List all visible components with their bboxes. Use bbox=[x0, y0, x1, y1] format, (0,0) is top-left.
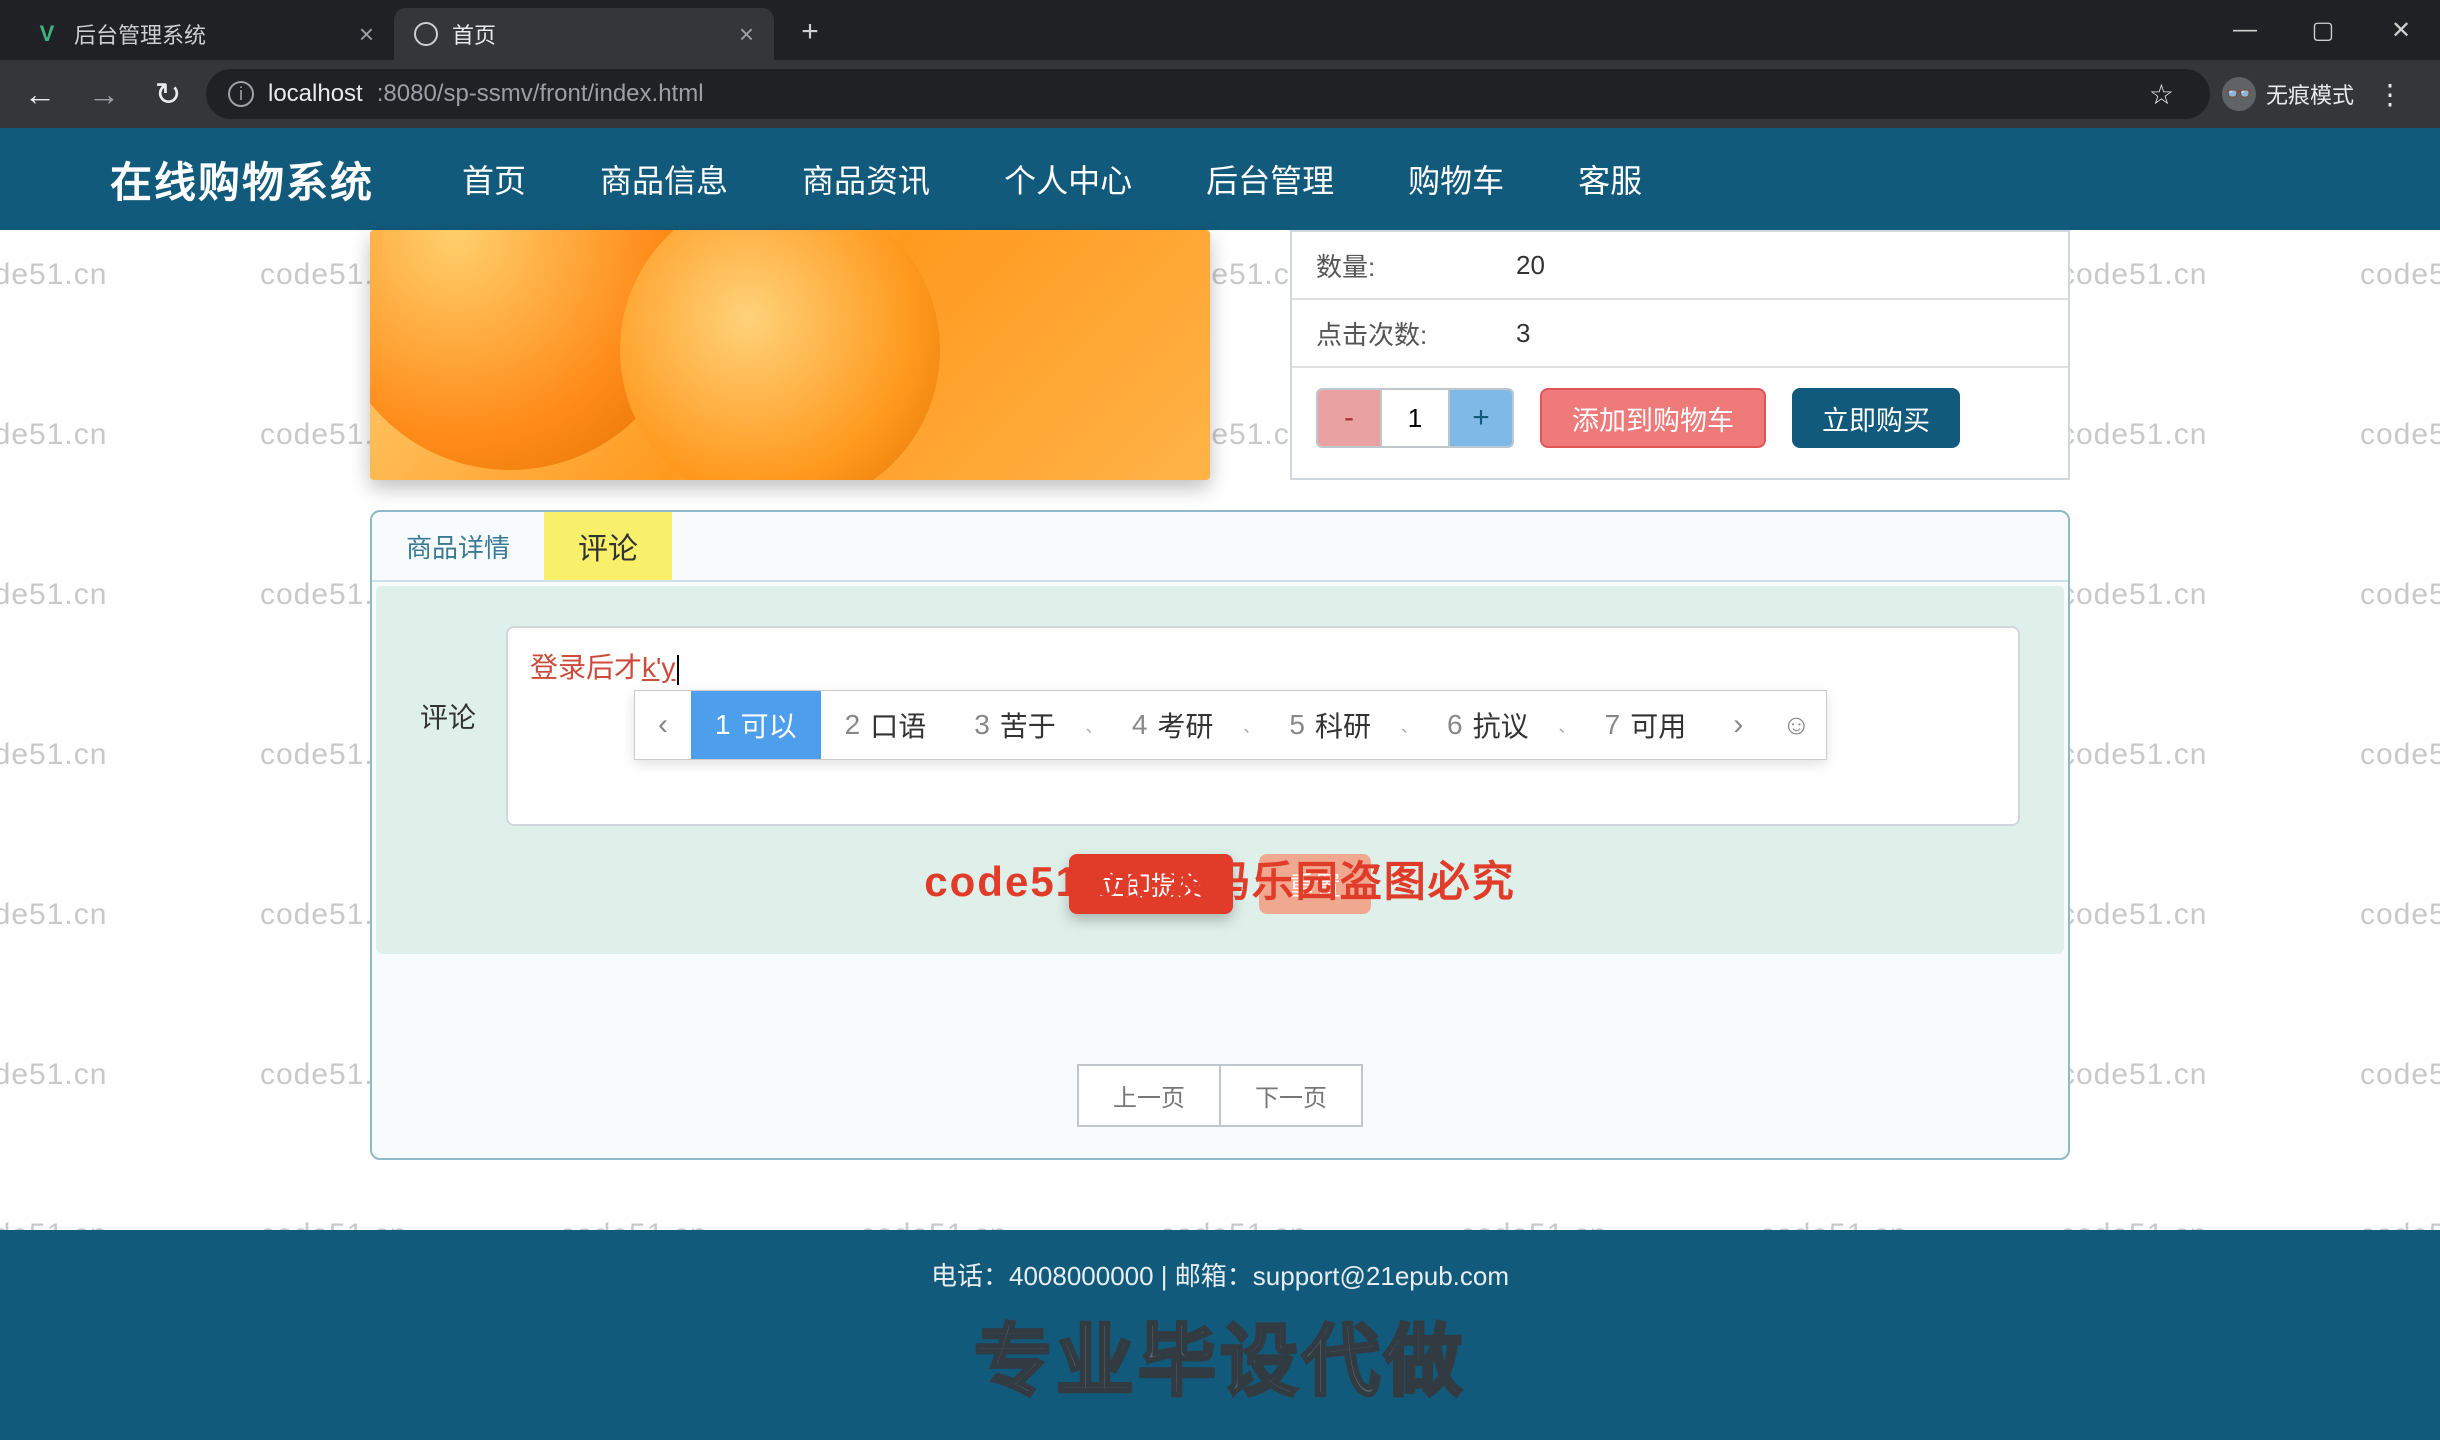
ime-candidate-0[interactable]: 1可以 bbox=[691, 691, 821, 759]
window-minimize-button[interactable]: — bbox=[2206, 0, 2284, 60]
bookmark-star-icon[interactable]: ☆ bbox=[2135, 78, 2188, 111]
ime-candidate-1[interactable]: 2口语 bbox=[821, 691, 951, 759]
ime-prev-icon[interactable]: ‹ bbox=[635, 691, 691, 759]
ime-candidate-6[interactable]: 7可用 bbox=[1581, 691, 1711, 759]
comment-field-label: 评论 bbox=[420, 626, 476, 736]
browser-tab-1[interactable]: 首页 × bbox=[394, 8, 774, 60]
ime-candidate-4[interactable]: 5科研 bbox=[1265, 691, 1395, 759]
detail-panel: 商品详情 评论 评论 登录后才k'y ‹ 1可以2口语3 bbox=[370, 510, 2070, 1160]
globe-favicon-icon bbox=[414, 22, 438, 46]
browser-address-bar: ← → ↻ i localhost :8080/sp-ssmv/front/ind… bbox=[0, 60, 2440, 128]
nav-reload-button[interactable]: ↻ bbox=[142, 68, 194, 120]
product-image bbox=[370, 230, 1210, 480]
tab-comments[interactable]: 评论 bbox=[544, 512, 672, 580]
window-close-button[interactable]: ✕ bbox=[2362, 0, 2440, 60]
tab-product-detail[interactable]: 商品详情 bbox=[372, 512, 544, 580]
site-footer: 电话：4008000000 | 邮箱：support@21epub.com 专业… bbox=[0, 1230, 2440, 1440]
buy-now-button[interactable]: 立即购买 bbox=[1792, 388, 1960, 448]
comment-pager: 上一页 下一页 bbox=[372, 1064, 2068, 1127]
ime-emoji-icon[interactable]: ☺ bbox=[1766, 709, 1826, 741]
url-input[interactable]: i localhost :8080/sp-ssmv/front/index.htm… bbox=[206, 69, 2210, 119]
tab-close-icon[interactable]: × bbox=[739, 19, 754, 50]
info-value: 20 bbox=[1516, 250, 1545, 281]
info-row-qty: 数量: 20 bbox=[1292, 232, 2068, 300]
incognito-icon: 👓 bbox=[2222, 77, 2256, 111]
site-header: 在线购物系统 首页商品信息商品资讯个人中心后台管理购物车客服 bbox=[0, 128, 2440, 230]
url-host: localhost bbox=[268, 80, 363, 108]
browser-titlebar: V 后台管理系统 × 首页 × + — ▢ ✕ bbox=[0, 0, 2440, 60]
url-path: :8080/sp-ssmv/front/index.html bbox=[377, 80, 704, 108]
nav-item-6[interactable]: 客服 bbox=[1570, 130, 1650, 228]
nav-item-3[interactable]: 个人中心 bbox=[996, 130, 1140, 228]
nav-item-1[interactable]: 商品信息 bbox=[592, 130, 736, 228]
qty-plus-button[interactable]: + bbox=[1450, 390, 1512, 446]
nav-item-4[interactable]: 后台管理 bbox=[1198, 130, 1342, 228]
nav-forward-button[interactable]: → bbox=[78, 68, 130, 120]
tab-close-icon[interactable]: × bbox=[359, 19, 374, 50]
incognito-indicator[interactable]: 👓 无痕模式 bbox=[2222, 77, 2354, 111]
comment-typed-text: 登录后才k'y bbox=[530, 652, 679, 683]
ime-candidate-3[interactable]: 4考研 bbox=[1108, 691, 1238, 759]
incognito-label: 无痕模式 bbox=[2266, 78, 2354, 110]
browser-tab-0[interactable]: V 后台管理系统 × bbox=[14, 8, 394, 60]
info-label: 数量: bbox=[1316, 247, 1516, 284]
new-tab-button[interactable]: + bbox=[788, 10, 832, 54]
site-brand: 在线购物系统 bbox=[110, 149, 374, 210]
footer-big-text: 专业毕设代做 bbox=[974, 1299, 1466, 1411]
prev-page-button[interactable]: 上一页 bbox=[1077, 1064, 1219, 1127]
nav-back-button[interactable]: ← bbox=[14, 68, 66, 120]
info-row-clicks: 点击次数: 3 bbox=[1292, 300, 2068, 368]
info-value: 3 bbox=[1516, 318, 1530, 349]
add-to-cart-button[interactable]: 添加到购物车 bbox=[1540, 388, 1766, 448]
nav-item-2[interactable]: 商品资讯 bbox=[794, 130, 938, 228]
panel-tabs: 商品详情 评论 bbox=[372, 512, 2068, 582]
footer-contact: 电话：4008000000 | 邮箱：support@21epub.com bbox=[931, 1256, 1509, 1293]
browser-menu-button[interactable]: ⋮ bbox=[2364, 78, 2416, 111]
submit-comment-button[interactable]: 立即提交 bbox=[1069, 854, 1233, 914]
nav-item-0[interactable]: 首页 bbox=[454, 130, 534, 228]
reset-comment-button[interactable]: 重置 bbox=[1259, 854, 1371, 914]
window-maximize-button[interactable]: ▢ bbox=[2284, 0, 2362, 60]
ime-candidate-5[interactable]: 6抗议 bbox=[1423, 691, 1553, 759]
product-info-box: 数量: 20 点击次数: 3 - + 添加到购物车 立 bbox=[1290, 230, 2070, 480]
nav-item-5[interactable]: 购物车 bbox=[1400, 130, 1512, 228]
tab-title: 首页 bbox=[452, 18, 496, 50]
vue-favicon-icon: V bbox=[34, 21, 60, 47]
quantity-stepper: - + bbox=[1316, 388, 1514, 448]
ime-next-icon[interactable]: › bbox=[1710, 691, 1766, 759]
next-page-button[interactable]: 下一页 bbox=[1219, 1064, 1363, 1127]
tab-title: 后台管理系统 bbox=[74, 18, 206, 50]
ime-candidate-bar[interactable]: ‹ 1可以2口语3苦于、4考研、5科研、6抗议、7可用 › ☺ bbox=[634, 690, 1827, 760]
qty-input[interactable] bbox=[1380, 390, 1450, 446]
site-menu: 首页商品信息商品资讯个人中心后台管理购物车客服 bbox=[454, 130, 1650, 228]
ime-candidate-2[interactable]: 3苦于 bbox=[950, 691, 1080, 759]
site-info-icon[interactable]: i bbox=[228, 81, 254, 107]
comment-textarea[interactable]: 登录后才k'y ‹ 1可以2口语3苦于、4考研、5科研、6抗议、7可用 › ☺ bbox=[506, 626, 2020, 826]
qty-minus-button[interactable]: - bbox=[1318, 390, 1380, 446]
info-label: 点击次数: bbox=[1316, 315, 1516, 352]
